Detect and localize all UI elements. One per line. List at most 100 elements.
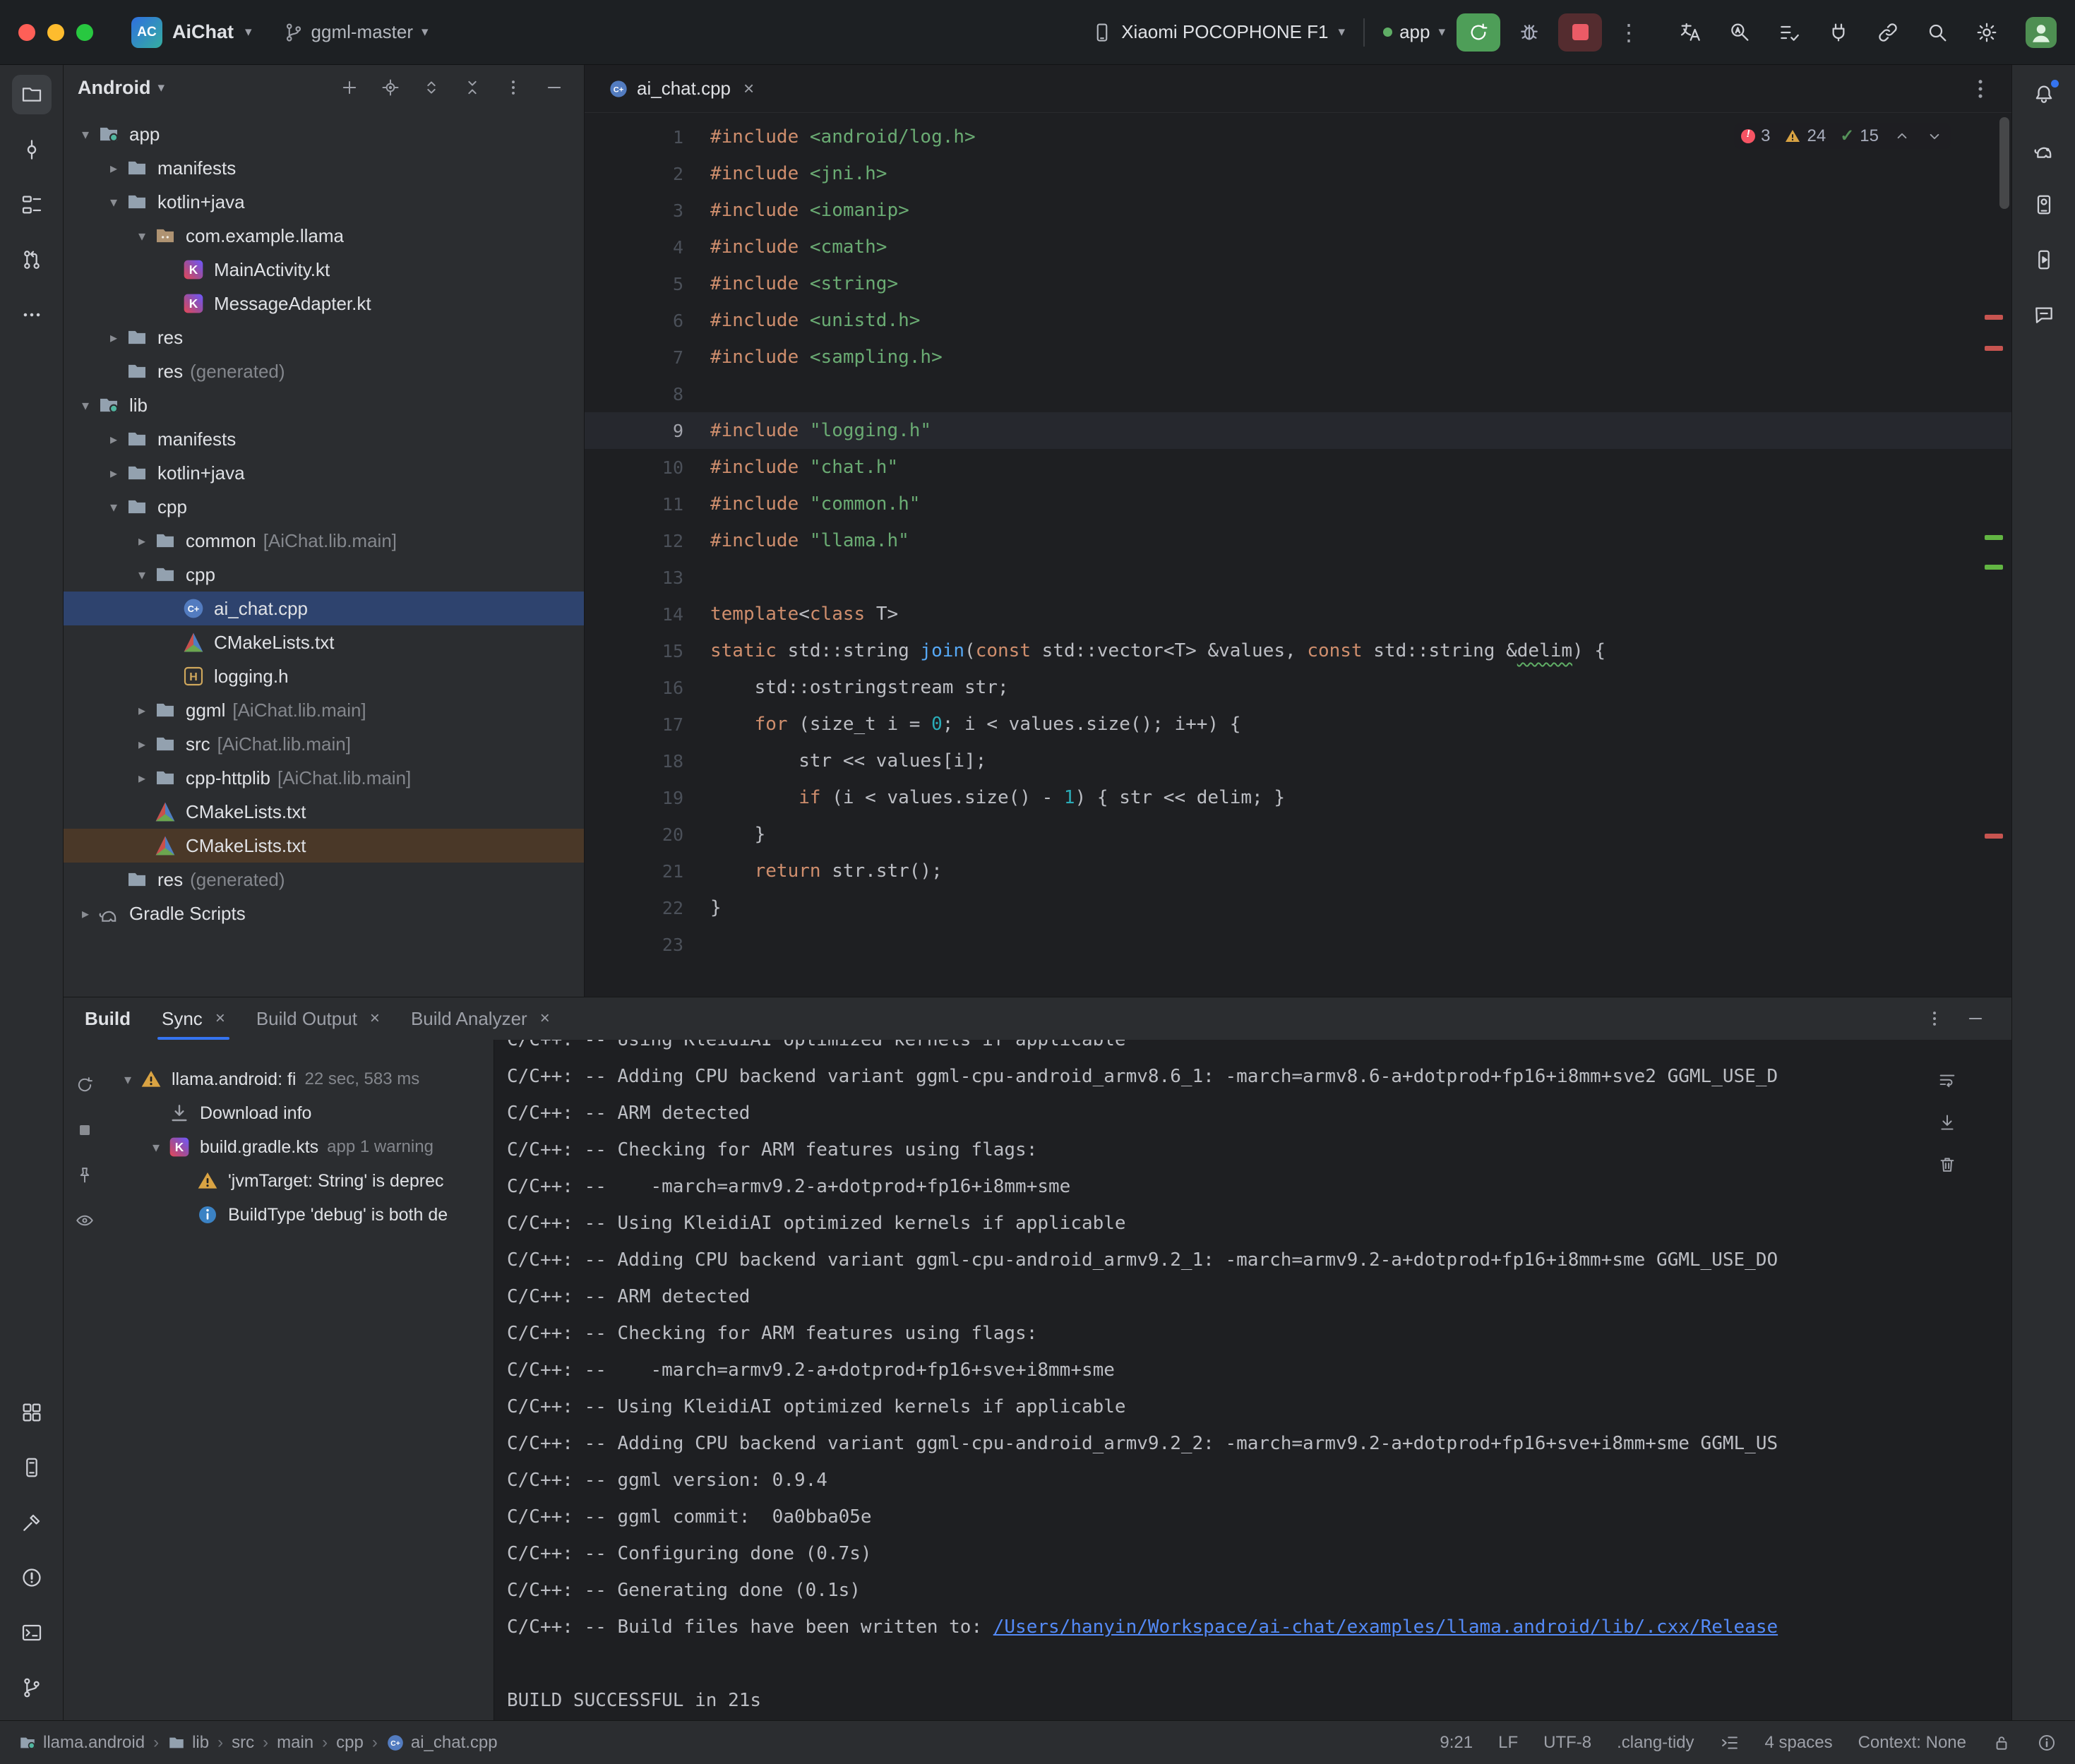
project-tree-item-res[interactable]: res(generated) [64, 863, 584, 896]
code-line-5[interactable]: 5#include <string> [585, 265, 2011, 302]
project-tree-item-app[interactable]: ▾app [64, 117, 584, 151]
project-tree-item-cmakelists-txt[interactable]: CMakeLists.txt [64, 829, 584, 863]
editor-tab-ai-chat-cpp[interactable]: C+ ai_chat.cpp × [592, 65, 771, 112]
breadcrumb-item-cpp[interactable]: cpp [336, 1733, 364, 1753]
project-tree-item-common[interactable]: ▸common[AiChat.lib.main] [64, 524, 584, 558]
chevron-closed-icon[interactable]: ▸ [130, 736, 154, 753]
breadcrumb-item-ai-chat-cpp[interactable]: C+ai_chat.cpp [386, 1733, 498, 1753]
build-tree-item-jvmtarget-string-is-deprec[interactable]: 'jvmTarget: String' is deprec [106, 1164, 494, 1198]
previous-problem-icon[interactable] [1893, 127, 1911, 145]
console-link[interactable]: /Users/hanyin/Workspace/ai-chat/examples… [993, 1616, 1778, 1638]
device-manager-icon[interactable] [2024, 185, 2064, 224]
add-icon[interactable] [334, 72, 365, 103]
code-line-13[interactable]: 13 [585, 559, 2011, 596]
passed-badge[interactable]: ✓ 15 [1840, 126, 1879, 146]
code-line-12[interactable]: 12#include "llama.h" [585, 522, 2011, 559]
pull-requests-icon[interactable] [12, 240, 52, 280]
caret-position[interactable]: 9:21 [1440, 1733, 1473, 1753]
commit-icon[interactable] [12, 130, 52, 169]
project-tree-item-lib[interactable]: ▾lib [64, 388, 584, 422]
chevron-closed-icon[interactable]: ▸ [130, 702, 154, 719]
project-tree-item-mainactivity-kt[interactable]: KMainActivity.kt [64, 253, 584, 287]
indent-icon[interactable] [1720, 1733, 1740, 1753]
rerun-button[interactable] [1457, 13, 1500, 52]
code-line-22[interactable]: 22} [585, 889, 2011, 926]
code-line-8[interactable]: 8 [585, 376, 2011, 412]
project-tree-item-cpp-httplib[interactable]: ▸cpp-httplib[AiChat.lib.main] [64, 761, 584, 795]
project-tree-item-res[interactable]: res(generated) [64, 354, 584, 388]
close-tab-icon[interactable]: × [370, 1009, 380, 1028]
more-v-icon[interactable] [498, 72, 529, 103]
project-widget[interactable]: AC AiChat ▾ [124, 13, 259, 52]
chevron-open-icon[interactable]: ▾ [130, 227, 154, 245]
device-selector[interactable]: Xiaomi POCOPHONE F1 ▾ [1092, 21, 1345, 43]
translate-icon[interactable] [1674, 16, 1706, 49]
stop-button[interactable] [1558, 13, 1602, 52]
project-view-mode[interactable]: Android [78, 77, 150, 99]
context-widget[interactable]: Context: None [1858, 1733, 1966, 1753]
editor-options-icon[interactable] [1968, 76, 1993, 102]
chevron-closed-icon[interactable]: ▸ [73, 905, 97, 923]
running-devices-icon[interactable] [2024, 240, 2064, 280]
wrap-icon[interactable] [1932, 1065, 1962, 1095]
notifications-icon[interactable] [2024, 75, 2064, 114]
change-stripe-mark[interactable] [1985, 565, 2003, 570]
chevron-open-icon[interactable]: ▾ [102, 498, 126, 516]
close-tab-icon[interactable]: × [215, 1009, 225, 1028]
editor-scrollbar[interactable] [1975, 113, 2011, 997]
code-line-23[interactable]: 23 [585, 926, 2011, 963]
info-icon[interactable] [2037, 1733, 2057, 1753]
code-line-15[interactable]: 15static std::string join(const std::vec… [585, 632, 2011, 669]
version-control-icon[interactable] [12, 1668, 52, 1708]
project-tree-item-cmakelists-txt[interactable]: CMakeLists.txt [64, 795, 584, 829]
minimize-window-button[interactable] [47, 24, 64, 41]
code-line-6[interactable]: 6#include <unistd.h> [585, 302, 2011, 339]
hide-icon[interactable] [539, 72, 570, 103]
build-tree-item-build-gradle-kts[interactable]: ▾Kbuild.gradle.ktsapp 1 warning [106, 1130, 494, 1164]
project-tree-item-ai-chat-cpp[interactable]: C+ai_chat.cpp [64, 592, 584, 625]
more-actions-icon[interactable]: ⋮ [1613, 19, 1644, 46]
build-tab-build-analyzer[interactable]: Build Analyzer× [411, 997, 550, 1040]
more-h-icon[interactable] [12, 295, 52, 335]
error-stripe-mark[interactable] [1985, 346, 2003, 351]
link-icon[interactable] [1872, 16, 1904, 49]
code-line-11[interactable]: 11#include "common.h" [585, 486, 2011, 522]
project-tree-item-kotlin-java[interactable]: ▸kotlin+java [64, 456, 584, 490]
plug-icon[interactable] [1822, 16, 1855, 49]
close-tab-icon[interactable]: × [743, 78, 754, 100]
project-tree-item-manifests[interactable]: ▸manifests [64, 422, 584, 456]
structure-icon[interactable] [12, 185, 52, 224]
sync-console[interactable]: C/C++: -- Using KleidiAI optimized kerne… [494, 1040, 2011, 1720]
gradle-icon[interactable] [2024, 130, 2064, 169]
device-explorer-icon[interactable] [12, 1448, 52, 1487]
breadcrumb-item-main[interactable]: main [277, 1733, 313, 1753]
collapse-all-icon[interactable] [457, 72, 488, 103]
chevron-open-icon[interactable]: ▾ [130, 566, 154, 584]
project-tree-item-com-example-llama[interactable]: ▾com.example.llama [64, 219, 584, 253]
build-tree-item-buildtype-debug-is-both-de[interactable]: BuildType 'debug' is both de [106, 1198, 494, 1232]
chevron-closed-icon[interactable]: ▸ [102, 329, 126, 347]
code-line-2[interactable]: 2#include <jni.h> [585, 155, 2011, 192]
project-tree-item-res[interactable]: ▸res [64, 320, 584, 354]
change-stripe-mark[interactable] [1985, 535, 2003, 540]
warnings-badge[interactable]: 24 [1784, 126, 1826, 146]
zoom-window-button[interactable] [76, 24, 93, 41]
chevron-open-icon[interactable]: ▾ [73, 126, 97, 143]
errors-badge[interactable]: 3 [1741, 126, 1770, 146]
build-tab-sync[interactable]: Sync× [162, 997, 225, 1040]
breadcrumb-item-llama-android[interactable]: llama.android [18, 1733, 145, 1753]
code-line-7[interactable]: 7#include <sampling.h> [585, 339, 2011, 376]
project-tree-item-cmakelists-txt[interactable]: CMakeLists.txt [64, 625, 584, 659]
code-line-20[interactable]: 20 } [585, 816, 2011, 853]
settings-icon[interactable] [1971, 16, 2003, 49]
line-separator[interactable]: LF [1498, 1733, 1518, 1753]
chevron-open-icon[interactable]: ▾ [144, 1139, 168, 1156]
run-configuration-selector[interactable]: app ▾ [1383, 21, 1445, 43]
code-area[interactable]: 1#include <android/log.h>2#include <jni.… [585, 113, 2011, 997]
chevron-closed-icon[interactable]: ▸ [130, 532, 154, 550]
scrollbar-thumb[interactable] [1999, 117, 2009, 209]
close-tab-icon[interactable]: × [540, 1009, 550, 1028]
chevron-open-icon[interactable]: ▾ [102, 193, 126, 211]
project-tree-item-cpp[interactable]: ▾cpp [64, 558, 584, 592]
next-problem-icon[interactable] [1925, 127, 1944, 145]
